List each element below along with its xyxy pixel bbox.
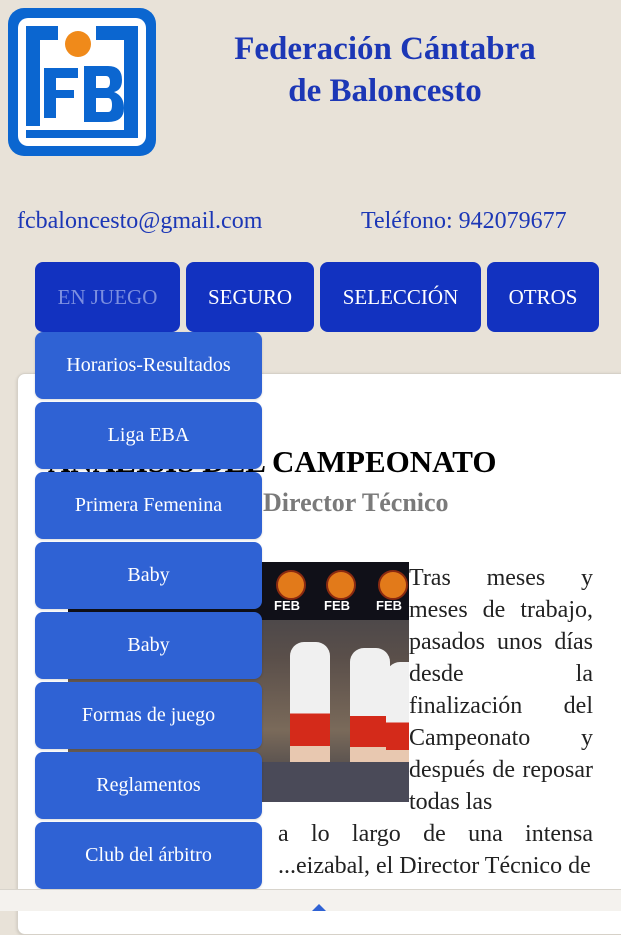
article-subtitle: Director Técnico (263, 488, 449, 517)
menu-item-club-del-arbitro[interactable]: Club del árbitro (35, 822, 262, 889)
logo-mark (18, 18, 146, 146)
menu-item-liga-eba[interactable]: Liga EBA (35, 402, 262, 469)
player-figure (290, 642, 330, 772)
photo-feb-label: FEB (324, 598, 350, 613)
player-figure (350, 648, 390, 772)
article-text-column: Tras meses y meses de trabajo, pasados u… (409, 565, 593, 815)
menu-item-baby-2[interactable]: Baby (35, 612, 262, 679)
site-title: Federación Cántabra de Baloncesto (175, 28, 595, 112)
basketball-icon (326, 570, 356, 600)
tab-en-juego[interactable]: EN JUEGO (35, 262, 180, 332)
fcb-logo-icon (26, 26, 138, 138)
tab-seleccion[interactable]: SELECCIÓN (320, 262, 481, 332)
site-title-line1: Federación Cántabra (234, 31, 536, 67)
site-title-line2: de Baloncesto (288, 73, 482, 109)
menu-item-horarios-resultados[interactable]: Horarios-Resultados (35, 332, 262, 399)
federation-logo[interactable] (8, 8, 156, 156)
basketball-icon (378, 570, 408, 600)
bottom-toolbar (0, 889, 621, 911)
photo-feb-label: FEB (274, 598, 300, 613)
photo-feb-label: FEB (376, 598, 402, 613)
menu-item-formas-de-juego[interactable]: Formas de juego (35, 682, 262, 749)
tab-seguro[interactable]: SEGURO (186, 262, 314, 332)
contact-email[interactable]: fcbaloncesto@gmail.com (17, 208, 262, 235)
menu-item-reglamentos[interactable]: Reglamentos (35, 752, 262, 819)
contact-phone: Teléfono: 942079677 (361, 208, 567, 234)
article-text-continued: a lo largo de una intensa ...eizabal, el… (278, 821, 593, 879)
basketball-icon (276, 570, 306, 600)
menu-item-baby[interactable]: Baby (35, 542, 262, 609)
player-figure (386, 662, 409, 772)
menu-item-primera-femenina[interactable]: Primera Femenina (35, 472, 262, 539)
tab-otros[interactable]: OTROS (487, 262, 599, 332)
